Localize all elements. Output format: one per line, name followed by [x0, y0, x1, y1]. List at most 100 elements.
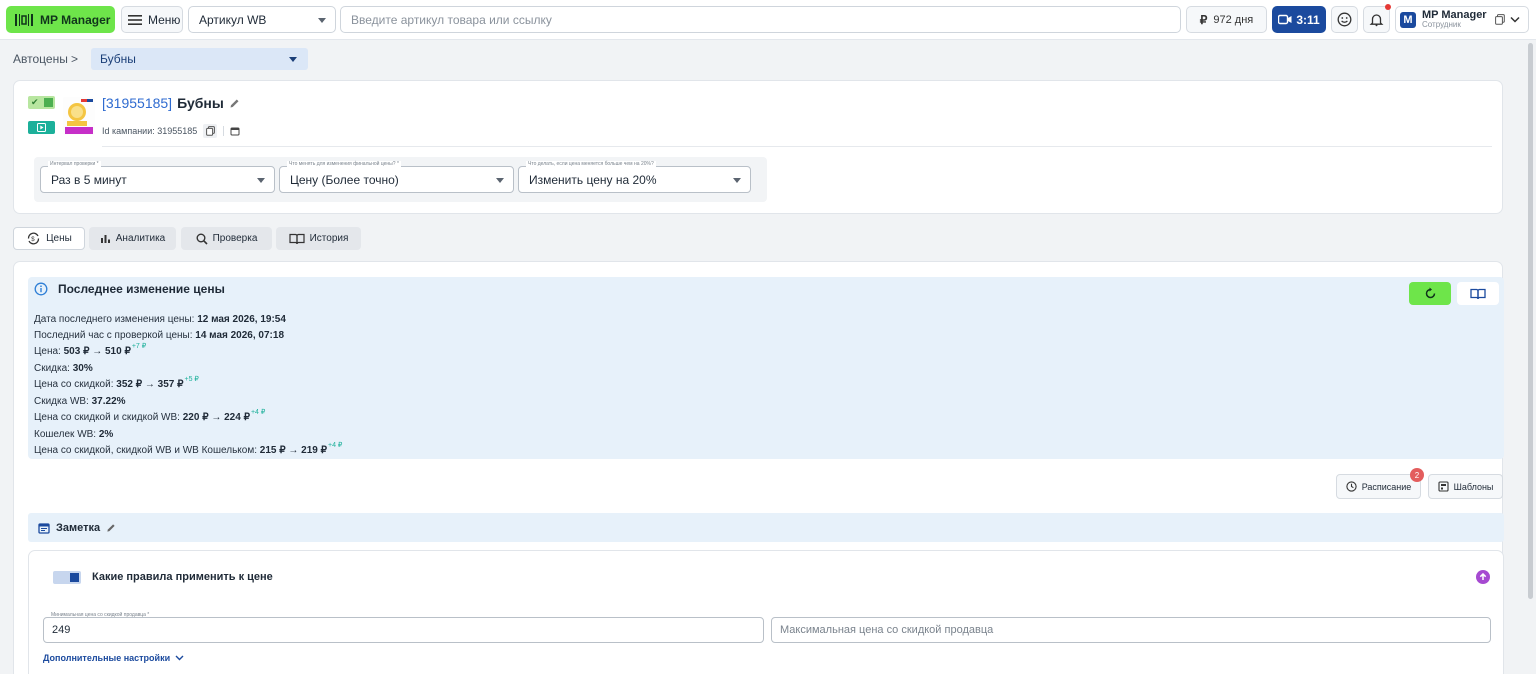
copy-campaign-button[interactable] [203, 124, 218, 138]
tab-check[interactable]: Проверка [181, 227, 272, 250]
bell-icon [1369, 14, 1384, 27]
campaign-id-label: Id кампании: 31955185 [102, 126, 198, 136]
user-menu-button[interactable]: M MP Manager Сотрудник [1395, 6, 1529, 33]
schedule-button[interactable]: Расписание 2 [1336, 468, 1424, 499]
note-bar[interactable]: Заметка [28, 513, 1504, 542]
user-name: MP Manager [1422, 8, 1487, 21]
large-change-label: Что делать, если цена меняется больше че… [526, 161, 656, 167]
chevron-down-icon [175, 655, 184, 661]
emoji-button[interactable] [1331, 6, 1358, 33]
tab-label: Цены [46, 233, 72, 244]
bar-chart-icon [100, 235, 110, 243]
template-icon [1438, 481, 1449, 492]
prices-panel: Последнее изменение цены Дата последнего… [13, 261, 1504, 674]
price-delta: +7 ₽ [131, 343, 147, 350]
last-change-details: Дата последнего изменения цены: 12 мая 2… [34, 312, 342, 460]
detail-row: Скидка: 30% [34, 363, 93, 374]
chevron-down-icon [1510, 16, 1520, 23]
rules-title: Какие правила применить к цене [92, 571, 273, 583]
calendar-icon[interactable] [230, 126, 240, 136]
detail-row: Последний час с проверкой цены: 14 мая 2… [34, 330, 285, 341]
campaign-select[interactable]: Бубны [91, 48, 308, 70]
subscription-days-button[interactable]: ₽ 972 дня [1186, 6, 1267, 33]
price-delta: +4 ₽ [250, 409, 266, 416]
note-label: Заметка [56, 521, 101, 534]
search-icon [196, 233, 208, 245]
breadcrumb-root[interactable]: Автоцены [13, 52, 68, 66]
book-icon [289, 233, 305, 244]
large-change-select[interactable]: Что делать, если цена меняется больше че… [518, 161, 751, 193]
price-delta: +4 ₽ [328, 442, 343, 449]
campaign-id-row: Id кампании: 31955185 [102, 124, 240, 138]
barcode-logo-icon [15, 13, 33, 26]
last-change-header: Последнее изменение цены [34, 282, 225, 296]
tab-prices[interactable]: $ Цены [13, 227, 85, 250]
price-target-select[interactable]: Что менять для изменения финальной цены?… [279, 161, 514, 193]
tab-label: История [309, 233, 349, 244]
video-button[interactable]: 3:11 [1272, 6, 1326, 33]
check-icon: ✔ [31, 97, 39, 107]
video-camera-icon [1278, 14, 1292, 25]
play-button[interactable] [28, 121, 55, 134]
brand-button[interactable]: MP Manager [6, 6, 115, 33]
search-type-select[interactable]: Артикул WB [188, 6, 336, 33]
smiley-icon [1337, 12, 1352, 27]
campaign-select-value: Бубны [100, 52, 136, 66]
chevron-down-icon [257, 178, 265, 183]
product-thumbnail [63, 97, 95, 135]
user-role: Сотрудник [1422, 19, 1461, 29]
rules-toggle[interactable] [53, 571, 81, 584]
breadcrumb-separator: > [71, 52, 79, 66]
copy-icon[interactable] [1494, 14, 1505, 25]
product-title: [31955185] Бубны [102, 95, 240, 111]
history-book-button[interactable] [1457, 282, 1499, 305]
calendar-note-icon [38, 522, 50, 534]
tab-label: Проверка [212, 233, 258, 244]
brand-label: MP Manager [40, 12, 111, 27]
divider [102, 146, 1492, 147]
schedule-label: Расписание [1361, 481, 1412, 492]
product-sku-link[interactable]: [31955185] [102, 95, 172, 111]
page-scrollbar[interactable] [1528, 43, 1533, 599]
menu-label: Меню [148, 12, 181, 27]
campaign-active-toggle[interactable]: ✔ [28, 96, 55, 109]
clock-icon [1346, 481, 1357, 492]
book-icon [1470, 288, 1486, 299]
check-interval-value: Раз в 5 минут [51, 172, 127, 187]
arrow-up-icon [1479, 573, 1487, 580]
price-target-label: Что менять для изменения финальной цены?… [287, 161, 401, 167]
refresh-icon [1425, 287, 1435, 299]
chevron-down-icon [733, 178, 741, 183]
pencil-icon[interactable] [229, 98, 240, 109]
copy-icon [205, 126, 215, 136]
product-card: ✔ [31955185] Бубны Id кампании: 31955185… [13, 80, 1503, 214]
templates-button[interactable]: Шаблоны [1428, 474, 1503, 499]
chevron-down-icon [318, 18, 326, 23]
search-type-value: Артикул WB [199, 12, 267, 27]
notification-dot [1385, 4, 1391, 10]
play-icon [37, 123, 46, 132]
refresh-button[interactable] [1409, 282, 1451, 305]
tab-history[interactable]: История [276, 227, 361, 250]
pencil-icon[interactable] [106, 523, 116, 533]
notifications-button[interactable] [1363, 4, 1391, 33]
tab-analytics[interactable]: Аналитика [89, 227, 176, 250]
info-icon [34, 282, 48, 296]
chevron-down-icon [496, 178, 504, 183]
detail-row: Кошелек WB: 2% [34, 429, 114, 440]
last-change-box: Последнее изменение цены Дата последнего… [28, 277, 1504, 459]
max-price-input[interactable] [771, 617, 1491, 643]
collapse-button[interactable] [1476, 570, 1490, 584]
price-target-value: Цену (Более точно) [290, 172, 399, 187]
templates-label: Шаблоны [1453, 481, 1494, 492]
advanced-settings-toggle[interactable]: Дополнительные настройки [43, 653, 184, 663]
last-change-title: Последнее изменение цены [58, 282, 225, 296]
min-price-input[interactable] [43, 617, 764, 643]
search-input[interactable] [340, 6, 1181, 33]
detail-row: Скидка WB: 37.22% [34, 396, 126, 407]
detail-row: Цена со скидкой и скидкой WB: 220 ₽ → 22… [34, 409, 266, 423]
menu-button[interactable]: Меню [121, 6, 183, 33]
check-interval-select[interactable]: Интервал проверки * Раз в 5 минут [40, 161, 275, 193]
campaign-settings: Интервал проверки * Раз в 5 минут Что ме… [34, 157, 767, 202]
video-time: 3:11 [1296, 12, 1320, 27]
